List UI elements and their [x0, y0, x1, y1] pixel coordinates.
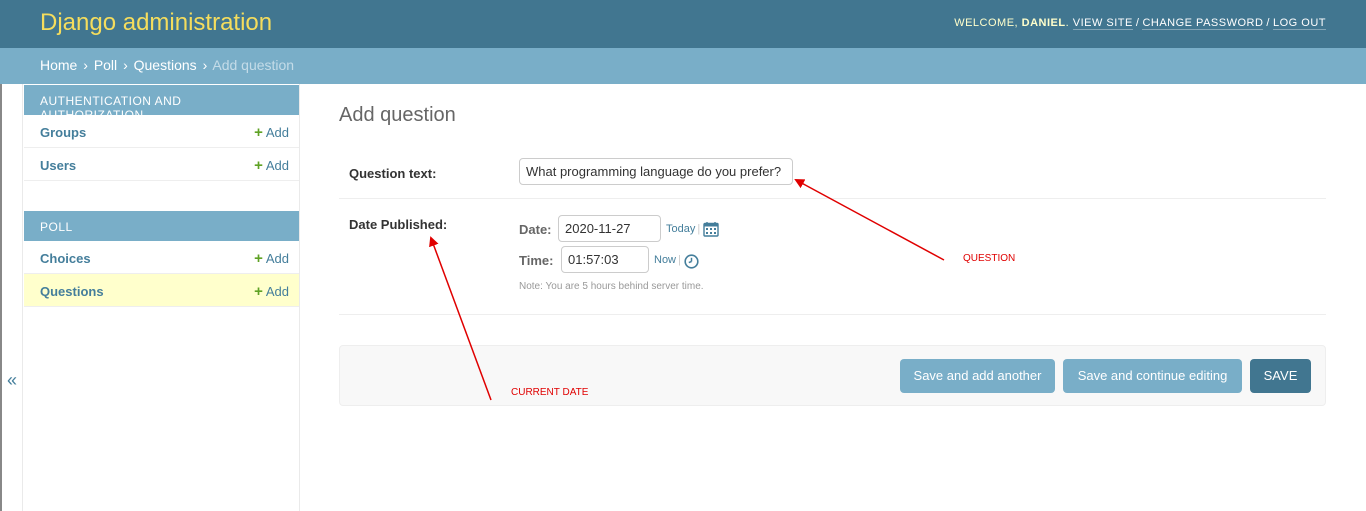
sidebar-item-users[interactable]: Users + Add: [24, 148, 299, 181]
module-poll: POLL Choices + Add Questions + Add: [24, 211, 299, 307]
plus-icon: +: [254, 283, 263, 300]
clock-icon[interactable]: [684, 254, 699, 269]
calendar-icon[interactable]: [703, 221, 719, 237]
module-caption[interactable]: POLL: [24, 211, 299, 241]
sidebar-item-label[interactable]: Users: [40, 158, 76, 173]
submit-row: Save and add another Save and continue e…: [339, 345, 1326, 406]
timezone-help-text: Note: You are 5 hours behind server time…: [519, 281, 704, 292]
save-button[interactable]: SAVE: [1250, 359, 1311, 393]
time-input[interactable]: [561, 246, 649, 273]
date-input[interactable]: [558, 215, 661, 242]
question-text-input[interactable]: [519, 158, 793, 185]
welcome-text: WELCOME,: [954, 17, 1019, 29]
user-tools: WELCOME, DANIEL. VIEW SITE / CHANGE PASSWO…: [954, 17, 1326, 30]
date-label: Date:: [519, 222, 552, 237]
sidebar-toggle[interactable]: «: [0, 84, 23, 511]
save-and-continue-button[interactable]: Save and continue editing: [1063, 359, 1242, 393]
add-users-link[interactable]: + Add: [254, 157, 289, 174]
breadcrumb-current: Add question: [212, 57, 295, 73]
sidebar-item-questions[interactable]: Questions + Add: [24, 274, 299, 307]
time-label: Time:: [519, 253, 554, 268]
module-auth: AUTHENTICATION AND AUTHORIZATION Groups …: [24, 85, 299, 181]
add-questions-link[interactable]: + Add: [254, 283, 289, 300]
time-shortcuts: Now |: [654, 254, 681, 266]
header: Django administration WELCOME, DANIEL. V…: [0, 0, 1366, 48]
change-password-link[interactable]: CHANGE PASSWORD: [1142, 17, 1264, 30]
save-and-add-another-button[interactable]: Save and add another: [900, 359, 1055, 393]
current-date-annotation: CURRENT DATE: [511, 387, 589, 398]
add-groups-link[interactable]: + Add: [254, 124, 289, 141]
site-brand[interactable]: Django administration: [40, 9, 272, 37]
breadcrumb-home[interactable]: Home: [40, 57, 77, 73]
breadcrumb-app[interactable]: Poll: [94, 57, 117, 73]
sidebar-item-label[interactable]: Questions: [40, 284, 104, 299]
sidebar-item-label[interactable]: Groups: [40, 125, 86, 140]
today-link[interactable]: Today: [666, 223, 695, 235]
log-out-link[interactable]: LOG OUT: [1272, 17, 1326, 30]
sidebar-item-choices[interactable]: Choices + Add: [24, 241, 299, 274]
sidebar-item-label[interactable]: Choices: [40, 251, 91, 266]
username: DANIEL: [1021, 17, 1066, 29]
date-shortcuts: Today |: [666, 223, 701, 235]
now-link[interactable]: Now: [654, 254, 676, 266]
module-caption[interactable]: AUTHENTICATION AND AUTHORIZATION: [24, 85, 299, 122]
plus-icon: +: [254, 157, 263, 174]
nav-sidebar: AUTHENTICATION AND AUTHORIZATION Groups …: [23, 84, 300, 511]
question-annotation: QUESTION: [963, 253, 1016, 264]
page-title: Add question: [339, 104, 456, 126]
date-published-row: Date Published:: [339, 199, 1326, 315]
collapse-icon[interactable]: «: [7, 370, 17, 391]
sidebar-item-groups[interactable]: Groups + Add: [24, 115, 299, 148]
date-published-label: Date Published:: [349, 217, 448, 232]
question-text-row: Question text:: [339, 156, 1326, 199]
view-site-link[interactable]: VIEW SITE: [1072, 17, 1133, 30]
question-text-label: Question text:: [349, 166, 437, 181]
plus-icon: +: [254, 250, 263, 267]
add-choices-link[interactable]: + Add: [254, 250, 289, 267]
breadcrumb-model[interactable]: Questions: [134, 57, 197, 73]
breadcrumb: Home › Poll › Questions › Add question: [0, 48, 1366, 84]
plus-icon: +: [254, 124, 263, 141]
